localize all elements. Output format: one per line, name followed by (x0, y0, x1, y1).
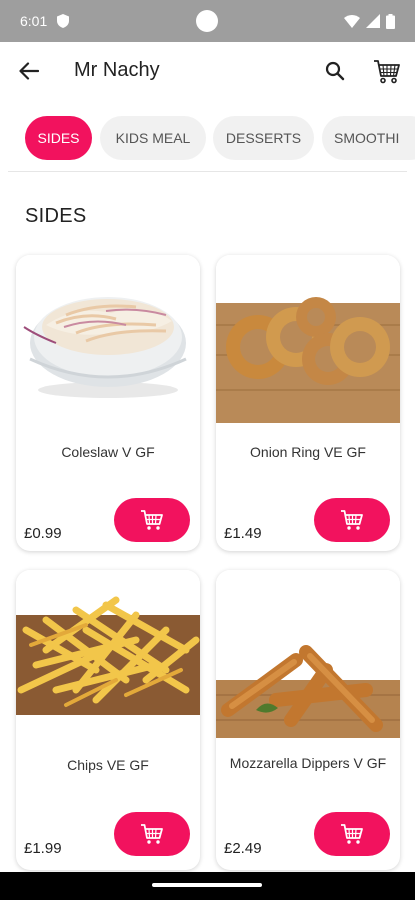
cart-icon (341, 824, 363, 844)
chips-image (16, 570, 200, 738)
tabs-divider (8, 171, 407, 172)
shopping-cart-icon (374, 60, 400, 84)
status-icons (344, 13, 395, 29)
product-name: Coleslaw V GF (61, 444, 155, 460)
product-price: £0.99 (24, 525, 62, 542)
page-title: Mr Nachy (74, 59, 160, 81)
status-time: 6:01 (20, 13, 48, 29)
home-handle[interactable] (152, 883, 262, 887)
back-button[interactable] (16, 58, 42, 84)
product-card[interactable]: Onion Ring VE GF £1.49 (216, 255, 400, 551)
product-name: Mozzarella Dippers V GF (229, 755, 387, 771)
product-price: £1.99 (24, 840, 62, 857)
coleslaw-image (16, 255, 200, 423)
onion-rings-image (216, 255, 400, 423)
battery-icon (386, 13, 395, 29)
signal-icon (366, 14, 380, 28)
product-card[interactable]: Coleslaw V GF £0.99 (16, 255, 200, 551)
system-nav-bar (0, 872, 415, 900)
category-tabs: SIDES KIDS MEAL DESSERTS SMOOTHI (0, 114, 415, 164)
cart-icon (141, 510, 163, 530)
tab-kids-meal[interactable]: KIDS MEAL (100, 116, 206, 160)
product-price: £1.49 (224, 525, 262, 542)
product-price: £2.49 (224, 840, 262, 857)
section-title: SIDES (25, 205, 87, 227)
cart-button[interactable] (372, 56, 402, 86)
add-to-cart-button[interactable] (114, 812, 190, 856)
mozzarella-dippers-image (216, 570, 400, 738)
app-bar: Mr Nachy (0, 42, 415, 98)
tab-desserts[interactable]: DESSERTS (213, 116, 314, 160)
search-button[interactable] (322, 58, 348, 84)
tab-sides[interactable]: SIDES (25, 116, 92, 160)
cart-icon (341, 510, 363, 530)
arrow-left-icon (19, 62, 39, 80)
add-to-cart-button[interactable] (114, 498, 190, 542)
camera-cutout (196, 10, 218, 32)
product-name: Chips VE GF (67, 757, 149, 773)
product-name: Onion Ring VE GF (250, 444, 366, 460)
cart-icon (141, 824, 163, 844)
product-card[interactable]: Chips VE GF £1.99 (16, 570, 200, 870)
tab-smoothies[interactable]: SMOOTHI (322, 116, 415, 160)
search-icon (325, 61, 345, 81)
shield-icon (57, 14, 70, 28)
wifi-icon (344, 15, 360, 28)
add-to-cart-button[interactable] (314, 498, 390, 542)
product-card[interactable]: Mozzarella Dippers V GF £2.49 (216, 570, 400, 870)
add-to-cart-button[interactable] (314, 812, 390, 856)
